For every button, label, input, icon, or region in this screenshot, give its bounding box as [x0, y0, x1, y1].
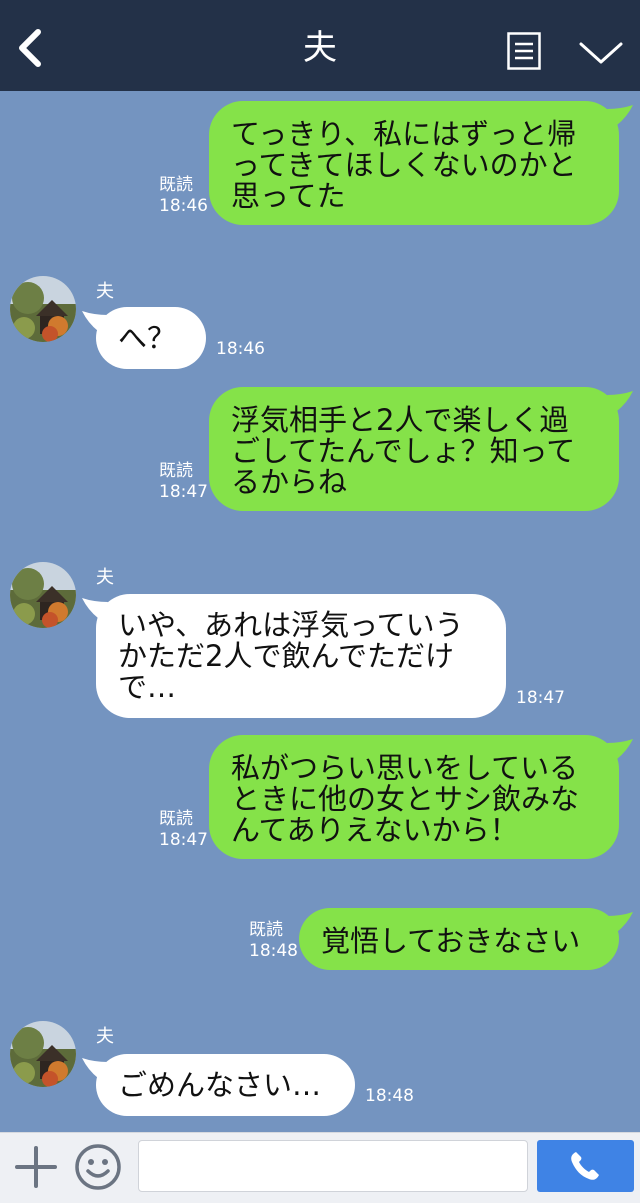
message-line: ときに他の女とサシ飲みな — [231, 782, 580, 816]
message-line: かただ2人で飲んでただけ — [118, 639, 455, 673]
message-line: へ？ — [118, 321, 177, 355]
bubble-tail — [607, 391, 633, 411]
message-time: 18:47 — [516, 688, 565, 708]
incoming-message[interactable]: いや、あれは浮気っていう かただ2人で飲んでただけ で… — [96, 594, 506, 718]
sender-name: 夫 — [96, 1026, 114, 1047]
message-line: ごめんなさい… — [118, 1068, 322, 1102]
chevron-down-icon[interactable] — [578, 36, 624, 66]
outgoing-message[interactable]: 私がつらい思いをしている ときに他の女とサシ飲みな んてありえないから！ — [209, 735, 619, 859]
bubble-tail — [607, 739, 633, 759]
avatar-image — [10, 1021, 76, 1087]
avatar-image — [10, 276, 76, 342]
message-line: んてありえないから！ — [231, 813, 519, 847]
bubble-tail — [607, 912, 633, 932]
chat-title: 夫 — [303, 28, 337, 68]
message-input[interactable] — [138, 1140, 528, 1192]
message-line: るからね — [231, 465, 348, 499]
bubble-tail — [82, 311, 108, 331]
message-time: 18:47 — [159, 482, 208, 502]
incoming-message[interactable]: へ？ — [96, 307, 206, 369]
message-list[interactable]: てっきり、私にはずっと帰 ってきてほしくないのかと 思ってた 既読 18:46 へ？夫 18… — [0, 91, 640, 1132]
chat-header: 夫 — [0, 0, 640, 91]
input-bar — [0, 1132, 640, 1203]
phone-icon — [571, 1152, 599, 1180]
message-time: 18:46 — [159, 196, 208, 216]
bubble-tail — [82, 1058, 108, 1078]
message-line: 私がつらい思いをしている — [231, 751, 579, 785]
incoming-message[interactable]: ごめんなさい… — [96, 1054, 355, 1116]
sender-name: 夫 — [96, 567, 114, 588]
menu-list-icon[interactable] — [507, 32, 541, 70]
message-time: 18:46 — [216, 339, 265, 359]
avatar[interactable] — [10, 1021, 76, 1087]
message-line: 思ってた — [231, 179, 346, 213]
message-line: 浮気相手と2人で楽しく過 — [231, 403, 569, 437]
message-time: 18:48 — [365, 1086, 414, 1106]
bubble-tail — [607, 105, 633, 125]
outgoing-message[interactable]: てっきり、私にはずっと帰 ってきてほしくないのかと 思ってた — [209, 101, 619, 225]
message-line: 覚悟しておきなさい — [321, 924, 581, 958]
read-receipt: 既読 — [249, 920, 283, 940]
bubble-tail — [82, 598, 108, 618]
smiley-icon[interactable] — [74, 1143, 122, 1191]
avatar-image — [10, 562, 76, 628]
call-button[interactable] — [537, 1140, 634, 1192]
read-receipt: 既読 — [159, 175, 193, 195]
read-receipt: 既読 — [159, 461, 193, 481]
message-time: 18:48 — [249, 941, 298, 961]
read-receipt: 既読 — [159, 809, 193, 829]
message-line: ってきてほしくないのかと — [231, 148, 577, 182]
message-line: ごしてたんでしょ？知って — [231, 434, 576, 468]
outgoing-message[interactable]: 覚悟しておきなさい — [299, 908, 619, 970]
sender-name: 夫 — [96, 281, 114, 302]
avatar[interactable] — [10, 562, 76, 628]
avatar[interactable] — [10, 276, 76, 342]
message-line: てっきり、私にはずっと帰 — [231, 117, 577, 151]
message-time: 18:47 — [159, 830, 208, 850]
outgoing-message[interactable]: 浮気相手と2人で楽しく過 ごしてたんでしょ？知って るからね — [209, 387, 619, 511]
message-line: いや、あれは浮気っていう — [118, 608, 464, 642]
message-line: で… — [118, 670, 177, 704]
plus-icon[interactable] — [14, 1145, 58, 1189]
